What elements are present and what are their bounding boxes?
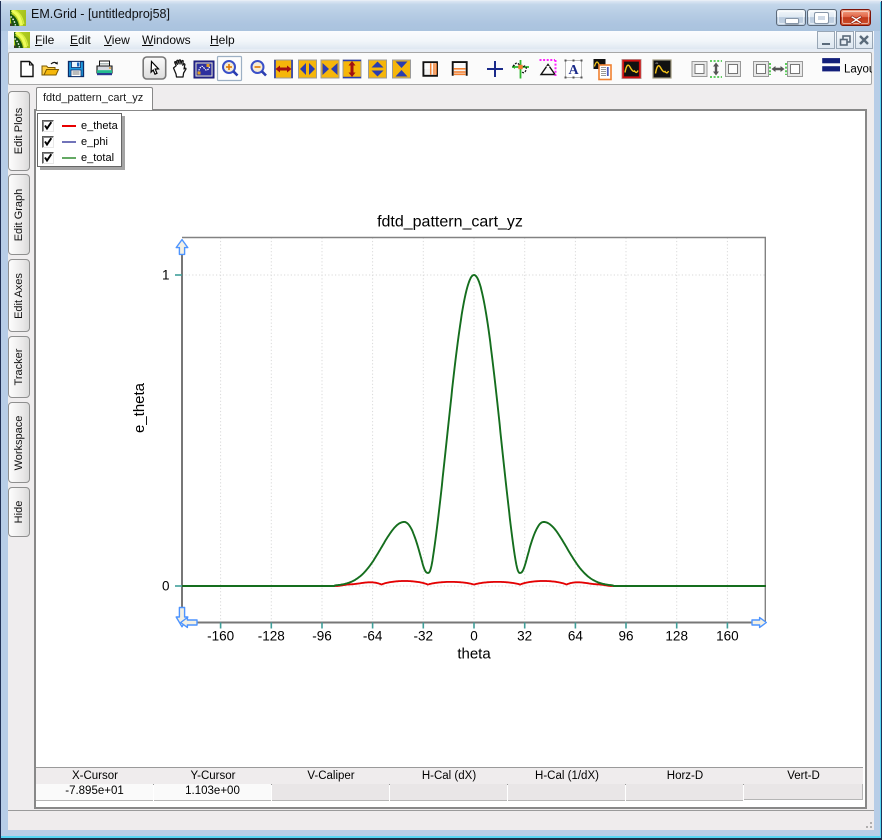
svg-text:-64: -64 (363, 629, 383, 644)
svg-text:-32: -32 (414, 629, 434, 644)
svg-text:Layout: Layout (844, 63, 872, 75)
svg-text:1: 1 (162, 268, 170, 283)
svg-text:A: A (568, 63, 579, 78)
svg-text:-96: -96 (312, 629, 332, 644)
svg-text:64: 64 (568, 629, 584, 644)
svg-text:0: 0 (162, 579, 170, 594)
svg-text:32: 32 (517, 629, 532, 644)
svg-text:theta: theta (457, 646, 491, 663)
svg-text:160: 160 (716, 629, 739, 644)
svg-text:96: 96 (618, 629, 633, 644)
svg-text:128: 128 (665, 629, 688, 644)
svg-text:fdtd_pattern_cart_yz: fdtd_pattern_cart_yz (377, 214, 523, 231)
svg-text:-160: -160 (207, 629, 234, 644)
svg-text:-128: -128 (258, 629, 285, 644)
svg-text:0: 0 (470, 629, 478, 644)
